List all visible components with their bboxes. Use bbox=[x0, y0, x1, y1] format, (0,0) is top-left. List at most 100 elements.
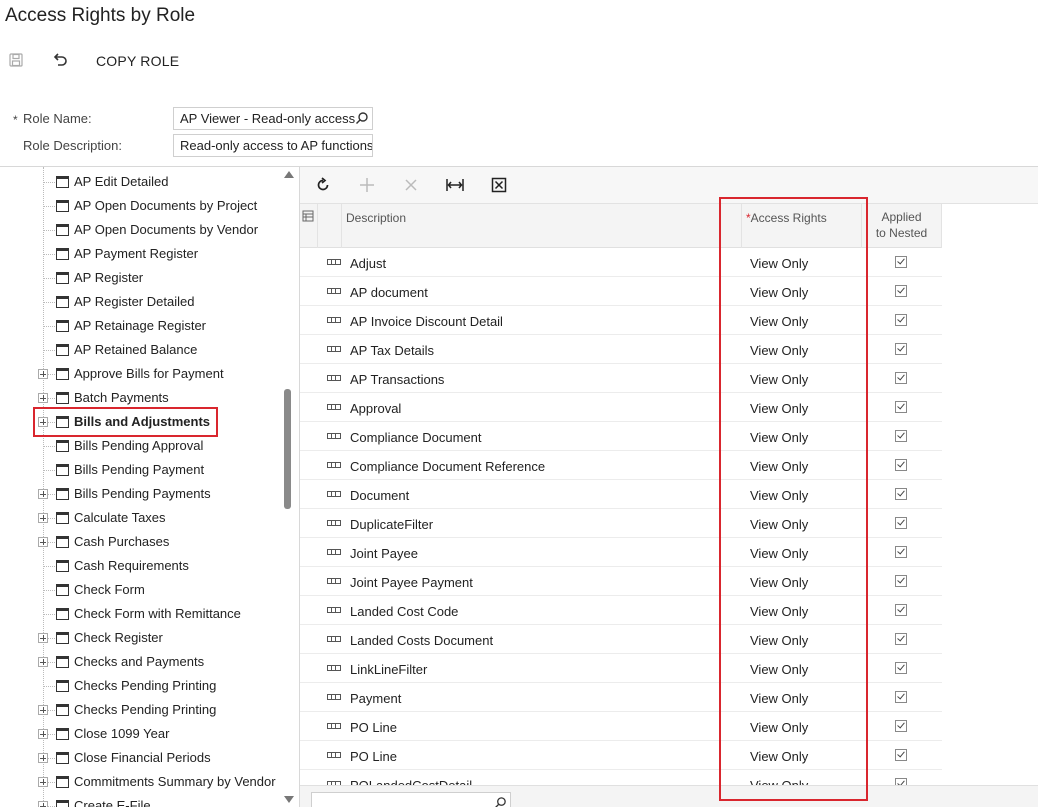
row-selector-icon[interactable] bbox=[327, 433, 341, 439]
copy-role-button[interactable]: COPY ROLE bbox=[96, 53, 179, 69]
applied-nested-checkbox[interactable] bbox=[895, 459, 907, 471]
row-selector-icon[interactable] bbox=[327, 578, 341, 584]
grid-search-input[interactable] bbox=[311, 792, 511, 807]
fit-columns-icon[interactable] bbox=[445, 176, 464, 194]
column-header-description[interactable]: Description bbox=[342, 204, 742, 248]
tree-scrollbar[interactable] bbox=[282, 167, 294, 807]
row-selector-icon[interactable] bbox=[327, 694, 341, 700]
applied-nested-checkbox[interactable] bbox=[895, 372, 907, 384]
row-selector-icon[interactable] bbox=[327, 607, 341, 613]
applied-nested-checkbox[interactable] bbox=[895, 749, 907, 761]
tree-item[interactable]: AP Retainage Register bbox=[0, 314, 280, 338]
tree-item[interactable]: Bills Pending Payments bbox=[0, 482, 280, 506]
expand-icon[interactable] bbox=[38, 705, 48, 715]
tree-item[interactable]: Commitments Summary by Vendor bbox=[0, 770, 280, 794]
expand-icon[interactable] bbox=[38, 657, 48, 667]
tree-item-label: AP Register Detailed bbox=[74, 294, 195, 309]
role-description-field[interactable]: Read-only access to AP functions bbox=[173, 134, 373, 157]
applied-nested-checkbox[interactable] bbox=[895, 778, 907, 785]
row-selector-icon[interactable] bbox=[327, 520, 341, 526]
expand-icon[interactable] bbox=[38, 393, 48, 403]
save-icon[interactable] bbox=[8, 52, 24, 68]
expand-icon[interactable] bbox=[38, 729, 48, 739]
scroll-thumb[interactable] bbox=[284, 389, 291, 509]
scroll-down-icon[interactable] bbox=[284, 796, 294, 803]
row-selector-icon[interactable] bbox=[327, 462, 341, 468]
tree-item[interactable]: AP Edit Detailed bbox=[0, 170, 280, 194]
delete-icon[interactable] bbox=[402, 176, 420, 194]
search-icon[interactable] bbox=[355, 111, 369, 125]
row-selector-icon[interactable] bbox=[327, 549, 341, 555]
add-icon[interactable] bbox=[358, 176, 376, 194]
applied-nested-checkbox[interactable] bbox=[895, 343, 907, 355]
excel-export-icon[interactable] bbox=[490, 176, 508, 194]
expand-icon[interactable] bbox=[38, 801, 48, 807]
scroll-up-icon[interactable] bbox=[284, 171, 294, 178]
tree-item[interactable]: Calculate Taxes bbox=[0, 506, 280, 530]
expand-icon[interactable] bbox=[38, 489, 48, 499]
expand-icon[interactable] bbox=[38, 633, 48, 643]
row-selector-icon[interactable] bbox=[327, 288, 341, 294]
applied-nested-checkbox[interactable] bbox=[895, 604, 907, 616]
tree-item[interactable]: AP Payment Register bbox=[0, 242, 280, 266]
tree-item[interactable]: AP Register Detailed bbox=[0, 290, 280, 314]
row-selector-icon[interactable] bbox=[327, 636, 341, 642]
tree-item[interactable]: Checks Pending Printing bbox=[0, 674, 280, 698]
applied-nested-checkbox[interactable] bbox=[895, 575, 907, 587]
tree-item[interactable]: Bills Pending Approval bbox=[0, 434, 280, 458]
tree-item[interactable]: Bills Pending Payment bbox=[0, 458, 280, 482]
tree-item[interactable]: Close Financial Periods bbox=[0, 746, 280, 770]
row-selector-icon[interactable] bbox=[327, 259, 341, 265]
expand-icon[interactable] bbox=[38, 753, 48, 763]
tree-item[interactable]: Check Register bbox=[0, 626, 280, 650]
tree-item[interactable]: Cash Purchases bbox=[0, 530, 280, 554]
row-selector-icon[interactable] bbox=[327, 752, 341, 758]
tree-item[interactable]: Check Form bbox=[0, 578, 280, 602]
expand-icon[interactable] bbox=[38, 537, 48, 547]
tree-item[interactable]: AP Register bbox=[0, 266, 280, 290]
tree-item-label: Approve Bills for Payment bbox=[74, 366, 224, 381]
applied-nested-checkbox[interactable] bbox=[895, 720, 907, 732]
applied-nested-checkbox[interactable] bbox=[895, 662, 907, 674]
refresh-icon[interactable] bbox=[314, 176, 332, 194]
row-selector-icon[interactable] bbox=[327, 317, 341, 323]
row-selector-icon[interactable] bbox=[327, 404, 341, 410]
applied-nested-checkbox[interactable] bbox=[895, 633, 907, 645]
search-icon[interactable] bbox=[494, 796, 507, 807]
role-description-label: Role Description: bbox=[23, 138, 122, 153]
row-selector-icon[interactable] bbox=[327, 346, 341, 352]
expand-icon[interactable] bbox=[38, 777, 48, 787]
row-selector-icon[interactable] bbox=[327, 665, 341, 671]
column-settings-icon[interactable] bbox=[300, 204, 318, 248]
tree-item[interactable]: Checks and Payments bbox=[0, 650, 280, 674]
tree-item[interactable]: AP Open Documents by Vendor bbox=[0, 218, 280, 242]
row-selector-icon[interactable] bbox=[327, 491, 341, 497]
applied-nested-checkbox[interactable] bbox=[895, 401, 907, 413]
applied-nested-checkbox[interactable] bbox=[895, 691, 907, 703]
row-selector-icon[interactable] bbox=[327, 723, 341, 729]
expand-icon[interactable] bbox=[38, 513, 48, 523]
tree-item[interactable]: Cash Requirements bbox=[0, 554, 280, 578]
applied-nested-checkbox[interactable] bbox=[895, 430, 907, 442]
tree-item[interactable]: Close 1099 Year bbox=[0, 722, 280, 746]
applied-nested-checkbox[interactable] bbox=[895, 314, 907, 326]
applied-nested-checkbox[interactable] bbox=[895, 517, 907, 529]
tree-item[interactable]: AP Open Documents by Project bbox=[0, 194, 280, 218]
undo-icon[interactable] bbox=[51, 51, 69, 69]
applied-nested-checkbox[interactable] bbox=[895, 256, 907, 268]
tree-item[interactable]: AP Retained Balance bbox=[0, 338, 280, 362]
column-header-applied-nested[interactable]: Applied to Nested bbox=[862, 204, 942, 248]
applied-nested-checkbox[interactable] bbox=[895, 285, 907, 297]
row-icon-column bbox=[318, 204, 342, 248]
tree-item[interactable]: Check Form with Remittance bbox=[0, 602, 280, 626]
tree-item[interactable]: Create E-File bbox=[0, 794, 280, 807]
tree-item[interactable]: Approve Bills for Payment bbox=[0, 362, 280, 386]
screen-icon bbox=[56, 248, 69, 260]
row-selector-icon[interactable] bbox=[327, 375, 341, 381]
description-cell: AP Transactions bbox=[350, 372, 445, 387]
applied-nested-checkbox[interactable] bbox=[895, 546, 907, 558]
tree-item[interactable]: Checks Pending Printing bbox=[0, 698, 280, 722]
role-name-field[interactable]: AP Viewer - Read-only access bbox=[173, 107, 373, 130]
applied-nested-checkbox[interactable] bbox=[895, 488, 907, 500]
expand-icon[interactable] bbox=[38, 369, 48, 379]
